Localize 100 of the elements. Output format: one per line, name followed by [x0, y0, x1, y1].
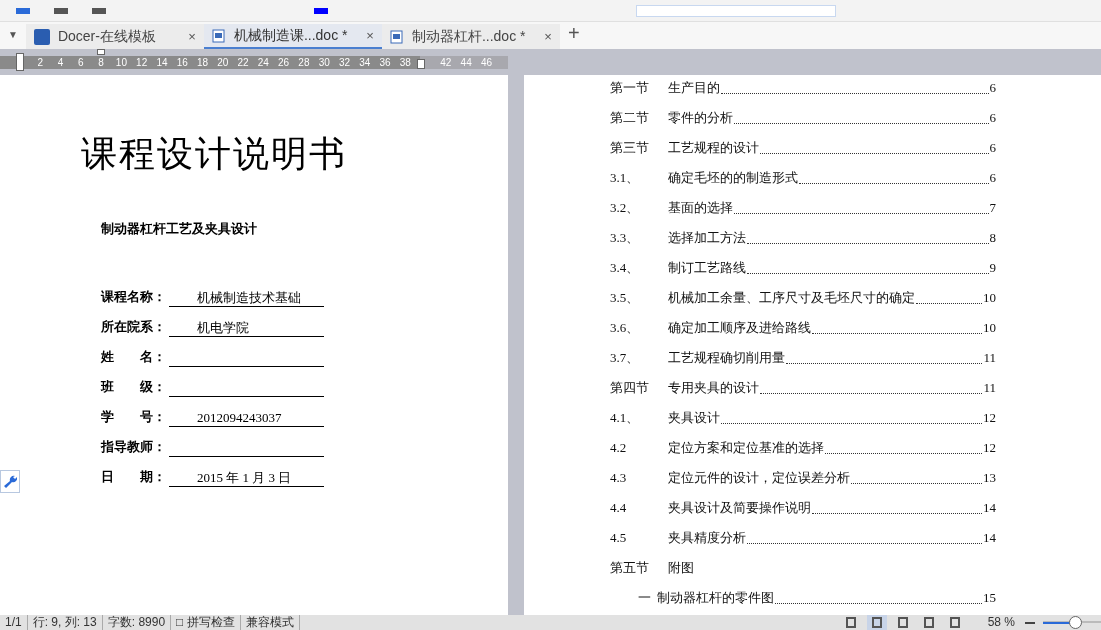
- ruler-number: 8: [97, 55, 105, 69]
- field-label: 课程名称：: [101, 288, 167, 306]
- page-number: 10: [983, 318, 996, 337]
- toc-number: 3.1、: [610, 168, 641, 187]
- toc-number: 4.2: [610, 438, 628, 457]
- toc-number: 4.3: [610, 468, 628, 487]
- document-title: 课程设计说明书: [81, 132, 348, 176]
- indent-marker[interactable]: [16, 52, 24, 71]
- toc-number: 4.5: [610, 528, 628, 547]
- ruler-number: 20: [216, 55, 230, 69]
- field-label: 指导教师：: [101, 438, 167, 456]
- status-text: 行: 9, 列: 13: [27, 615, 103, 630]
- web-view-icon[interactable]: [923, 617, 934, 628]
- zoom-out-icon[interactable]: [1025, 621, 1035, 624]
- toc-number: 3.6、: [610, 318, 641, 337]
- ruler-number: 30: [317, 55, 331, 69]
- indent-marker[interactable]: [97, 48, 105, 55]
- toc-entry: 选择加工方法: [668, 228, 746, 247]
- toc-number: 一: [638, 588, 651, 607]
- leader-line: [916, 303, 982, 304]
- status-text: 1/1: [0, 615, 28, 630]
- toc-number: 第四节: [610, 378, 650, 397]
- toc-number: 3.2、: [610, 198, 641, 217]
- page-number: 12: [983, 438, 996, 457]
- indent-marker[interactable]: [417, 58, 425, 69]
- toc-number: 3.7、: [610, 348, 641, 367]
- toc-entry: 机械加工余量、工序尺寸及毛坯尺寸的确定: [668, 288, 915, 307]
- toc-number: 3.5、: [610, 288, 641, 307]
- zoom-slider[interactable]: [1043, 616, 1101, 629]
- toc-entry: 确定加工顺序及进给路线: [668, 318, 811, 337]
- toc-number: 4.1、: [610, 408, 641, 427]
- ruler-number: 16: [175, 55, 189, 69]
- ruler-number: 34: [358, 55, 372, 69]
- new-tab-button[interactable]: +: [567, 18, 580, 48]
- status-text: □ 拼写检查: [171, 615, 241, 630]
- page-number: 6: [989, 78, 996, 97]
- wrench-icon: [3, 474, 17, 489]
- page-number: 14: [983, 498, 996, 517]
- tools-button[interactable]: [0, 470, 20, 493]
- toc-number: 4.4: [610, 498, 628, 517]
- field-label: 班 级：: [101, 378, 167, 396]
- toc-entry: 制动器杠杆的零件图: [657, 588, 774, 607]
- ruler-number: 12: [135, 55, 149, 69]
- tab-list-dropdown[interactable]: ▼: [8, 27, 18, 42]
- page-number: 6: [989, 108, 996, 127]
- outline-view-icon[interactable]: [897, 617, 908, 628]
- close-icon[interactable]: ×: [544, 26, 552, 47]
- toc-number: 3.4、: [610, 258, 641, 277]
- tab[interactable]: 制动器杠杆...doc * ×: [381, 24, 560, 49]
- toc-number: 3.3、: [610, 228, 641, 247]
- tab[interactable]: 机械制造课...doc * ×: [203, 24, 382, 49]
- toc-entry: 夹具设计及简要操作说明: [668, 498, 811, 517]
- toc-entry: 夹具精度分析: [668, 528, 746, 547]
- page-view-icon[interactable]: [845, 617, 856, 628]
- ruler-number: 18: [195, 55, 210, 69]
- page-number: 10: [983, 288, 996, 307]
- slider-thumb[interactable]: [1068, 616, 1082, 629]
- toc-entry: 确定毛坯的的制造形式: [668, 168, 798, 187]
- toc-entry: 生产目的: [668, 78, 720, 97]
- ruler-number: 44: [459, 55, 473, 69]
- print-layout-icon[interactable]: [871, 617, 882, 628]
- status-text: 兼容模式: [240, 615, 300, 630]
- page-number: 11: [983, 378, 996, 397]
- page-number: 9: [989, 258, 996, 277]
- ruler-number: 38: [398, 55, 412, 69]
- ruler-number: 32: [337, 55, 352, 69]
- ruler-number: 46: [479, 55, 493, 69]
- toc-entry: 定位方案和定位基准的选择: [668, 438, 824, 457]
- ruler-number: 28: [297, 55, 311, 69]
- toc-entry: 定位元件的设计，定位误差分析: [668, 468, 850, 487]
- ruler-number: 42: [439, 55, 453, 69]
- ruler-number: 36: [378, 55, 392, 69]
- toc-entry: 夹具设计: [668, 408, 720, 427]
- field-label: 学 号：: [101, 408, 167, 426]
- close-icon[interactable]: ×: [188, 26, 196, 47]
- fill-in-line: 2015 年 1 月 3 日: [169, 468, 324, 487]
- document-icon: [211, 28, 226, 43]
- page-number: 6: [989, 138, 996, 157]
- zoom-level: 58 %: [987, 615, 1015, 630]
- close-icon[interactable]: ×: [366, 25, 374, 46]
- document-subtitle: 制动器杠杆工艺及夹具设计: [101, 220, 258, 238]
- page-number: 8: [989, 228, 996, 247]
- document-icon: [389, 29, 404, 44]
- fill-in-line: 2012094243037: [169, 408, 324, 427]
- tab[interactable]: Docer-在线模板 ×: [25, 24, 204, 49]
- page-number: 12: [983, 408, 996, 427]
- toc-entry: 工艺规程的设计: [668, 138, 759, 157]
- ruler-number: 6: [77, 55, 85, 69]
- page-number: 14: [983, 528, 996, 547]
- ruler-number: 10: [114, 55, 128, 69]
- ruler-number: 14: [155, 55, 169, 69]
- page-number: 7: [989, 198, 996, 217]
- toc-number: 第五节: [610, 558, 650, 577]
- fill-in-line: 机械制造技术基础: [169, 288, 324, 307]
- toc-number: 第二节: [610, 108, 650, 127]
- page-number: 13: [983, 468, 996, 487]
- page-number: 6: [989, 168, 996, 187]
- toc-entry: 专用夹具的设计: [668, 378, 759, 397]
- page-number: 11: [983, 348, 996, 367]
- reading-mode-icon[interactable]: [949, 617, 960, 628]
